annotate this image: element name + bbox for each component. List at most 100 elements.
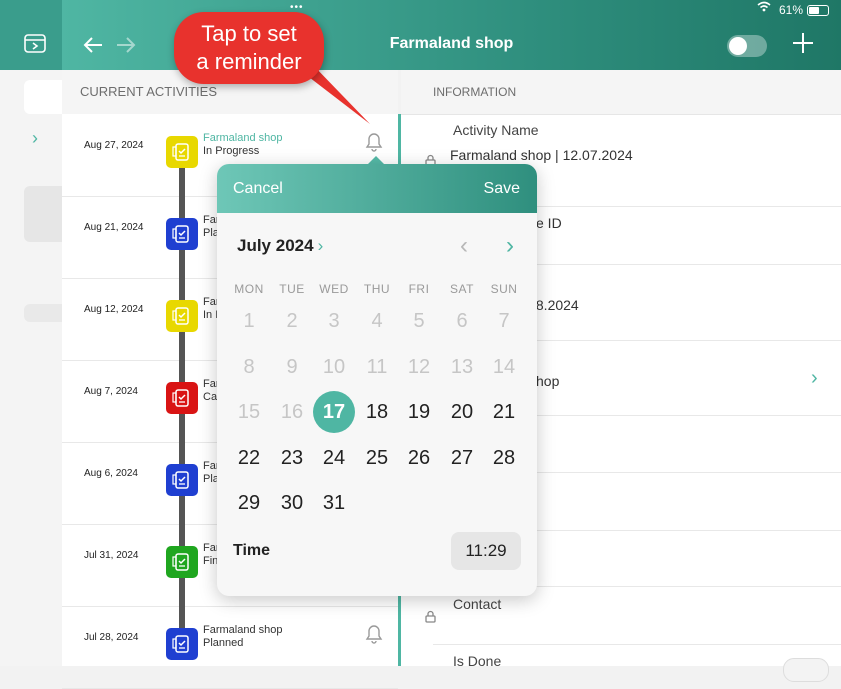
- calendar-day[interactable]: 18: [356, 391, 398, 433]
- weekday-label: FRI: [408, 282, 430, 296]
- calendar-day: 4: [371, 310, 383, 332]
- activity-type-icon: [166, 218, 198, 250]
- time-picker[interactable]: 11:29: [451, 532, 521, 570]
- activity-date: Aug 7, 2024: [84, 386, 138, 397]
- is-done-toggle[interactable]: [783, 658, 829, 682]
- battery-percent: 61%: [778, 3, 803, 17]
- calendar-day: 15: [237, 401, 261, 423]
- calendar-day[interactable]: 21: [483, 391, 525, 433]
- calendar-day: 9: [286, 356, 298, 378]
- calendar-day: 10: [322, 356, 346, 378]
- calendar-day: 3: [328, 310, 340, 332]
- activity-name: Farmaland shop: [203, 624, 283, 636]
- activity-date: Aug 12, 2024: [84, 304, 144, 315]
- month-selector[interactable]: July 2024 ›: [237, 236, 323, 256]
- calendar-day: 12: [407, 356, 431, 378]
- calendar-day[interactable]: 20: [441, 391, 483, 433]
- weekday-label: MON: [234, 282, 264, 296]
- calendar-day: 8: [243, 356, 255, 378]
- date-value[interactable]: .8.2024: [532, 297, 579, 313]
- wifi-icon: [757, 1, 771, 15]
- activity-type-icon: [166, 546, 198, 578]
- weekday-label: SAT: [450, 282, 474, 296]
- calendar-day: 2: [286, 310, 298, 332]
- battery-icon: [807, 5, 829, 16]
- activity-date: Jul 28, 2024: [84, 632, 139, 643]
- activity-date: Aug 27, 2024: [84, 140, 144, 151]
- previous-pane-strip: ›: [0, 0, 62, 666]
- calendar-day: 16: [280, 401, 304, 423]
- strip-card-selected: [24, 186, 62, 242]
- weekday-label: WED: [319, 282, 349, 296]
- header-toggle[interactable]: [727, 35, 767, 57]
- information-heading: INFORMATION: [401, 70, 841, 115]
- activity-type-icon: [166, 628, 198, 660]
- cancel-button[interactable]: Cancel: [233, 180, 283, 198]
- callout-line1: Tap to set: [201, 21, 297, 46]
- id-label: e ID: [536, 215, 562, 231]
- bell-icon[interactable]: [362, 128, 386, 159]
- calendar-day[interactable]: 22: [228, 437, 270, 479]
- is-done-label: Is Done: [453, 653, 502, 669]
- calendar-day[interactable]: 30: [271, 482, 313, 524]
- activity-type-icon: [166, 382, 198, 414]
- calendar-day[interactable]: 28: [483, 437, 525, 479]
- activity-name-label: Activity Name: [453, 122, 539, 138]
- activity-date: Jul 31, 2024: [84, 550, 139, 561]
- calendar-day[interactable]: 19: [398, 391, 440, 433]
- activity-status: In I: [203, 309, 219, 321]
- chevron-right-icon[interactable]: ›: [32, 128, 38, 149]
- weekday-label: THU: [363, 282, 391, 296]
- shop-value[interactable]: hop: [536, 373, 559, 389]
- calendar-day[interactable]: 25: [356, 437, 398, 479]
- activity-name: Farmaland shop: [203, 132, 283, 144]
- contact-label: Contact: [453, 596, 502, 612]
- activity-status: Planned: [203, 637, 244, 649]
- activity-date: Aug 21, 2024: [84, 222, 144, 233]
- calendar-day: 14: [492, 356, 516, 378]
- calendar-day[interactable]: 29: [228, 482, 270, 524]
- tap-to-set-reminder-callout: Tap to set a reminder: [174, 12, 324, 84]
- calendar-day[interactable]: 23: [271, 437, 313, 479]
- activity-row[interactable]: Jul 28, 2024 Farmaland shop Planned: [62, 606, 398, 689]
- forward-arrow-icon[interactable]: [115, 32, 137, 58]
- calendar-day: 5: [413, 310, 425, 332]
- calendar-day: 13: [450, 356, 474, 378]
- reminder-popover: Cancel Save July 2024 › ‹ › MON TUE WED THU F…: [217, 164, 537, 596]
- bell-icon[interactable]: [362, 620, 386, 651]
- lock-icon: [425, 610, 436, 623]
- strip-card: [24, 304, 62, 322]
- activity-type-icon: [166, 136, 198, 168]
- calendar-day[interactable]: 24: [313, 437, 355, 479]
- strip-card: [24, 80, 62, 114]
- save-button[interactable]: Save: [484, 180, 520, 198]
- weekday-label: SUN: [490, 282, 518, 296]
- activity-date: Aug 6, 2024: [84, 468, 138, 479]
- weekday-label: TUE: [279, 282, 305, 296]
- activity-type-icon: [166, 300, 198, 332]
- callout-line2: a reminder: [196, 49, 302, 74]
- month-label: July 2024: [237, 236, 314, 255]
- calendar-day[interactable]: 26: [398, 437, 440, 479]
- back-arrow-icon[interactable]: [82, 32, 104, 58]
- activity-status: Ca: [203, 391, 218, 403]
- calendar-day: 7: [498, 310, 510, 332]
- time-label: Time: [233, 542, 271, 559]
- calendar-day: 1: [243, 310, 255, 332]
- add-icon[interactable]: [792, 32, 814, 58]
- activity-type-icon: [166, 464, 198, 496]
- calendar-day[interactable]: 31: [313, 482, 355, 524]
- activity-name-value[interactable]: Farmaland shop | 12.07.2024: [450, 147, 633, 163]
- chevron-right-icon: ›: [317, 236, 324, 255]
- sidebar-toggle-icon[interactable]: [24, 34, 46, 54]
- activity-status: Fin: [203, 555, 219, 567]
- prev-month-icon[interactable]: ‹: [460, 232, 468, 260]
- popover-toolbar: Cancel Save: [217, 164, 537, 213]
- calendar-day: 11: [366, 356, 388, 378]
- chevron-right-icon[interactable]: ›: [811, 367, 818, 390]
- activity-status: In Progress: [203, 145, 260, 157]
- calendar-day: 6: [456, 310, 468, 332]
- selected-day[interactable]: 17: [313, 391, 355, 433]
- next-month-icon[interactable]: ›: [506, 232, 514, 260]
- calendar-day[interactable]: 27: [441, 437, 483, 479]
